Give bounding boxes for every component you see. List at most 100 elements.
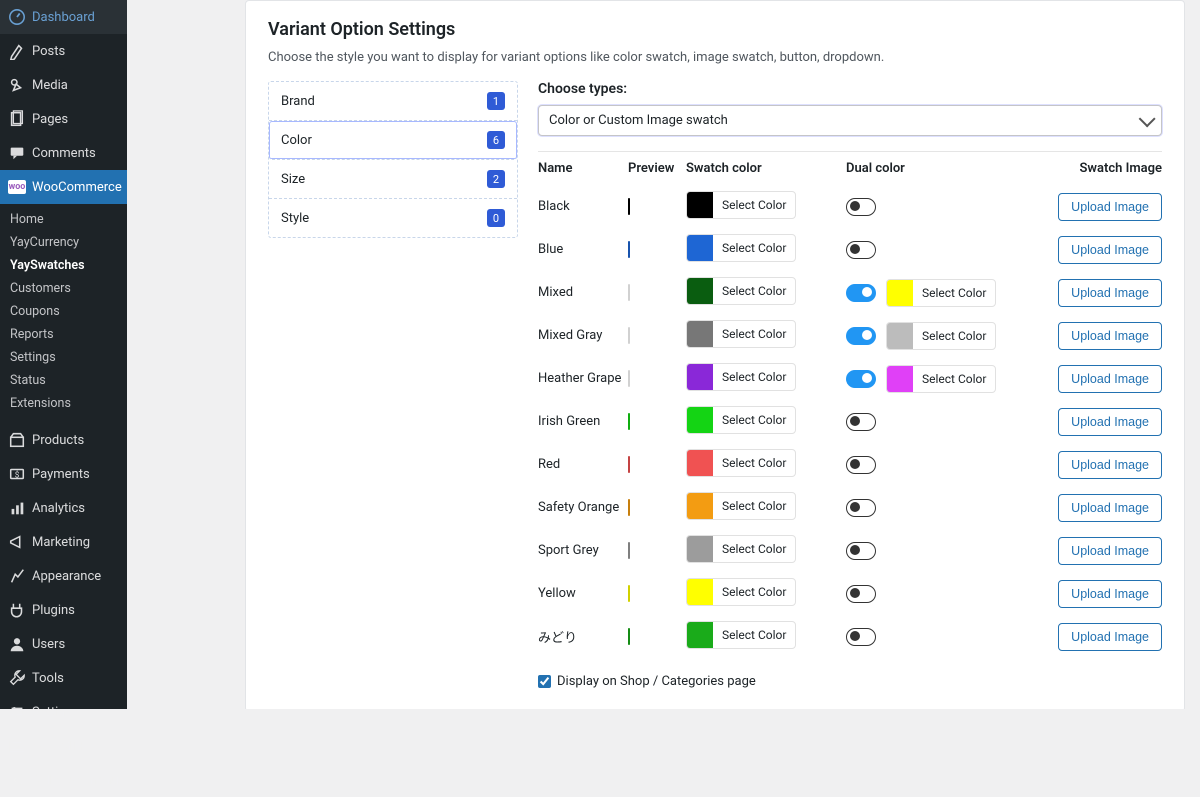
- choose-types-select[interactable]: Color or Custom Image swatch: [538, 105, 1162, 136]
- sidebar-subitem-home[interactable]: Home: [0, 208, 127, 231]
- sidebar-item-label: Media: [32, 78, 68, 93]
- select-swatch-color-button[interactable]: Select Color: [686, 449, 796, 477]
- select-dual-color-button[interactable]: Select Color: [886, 279, 996, 307]
- select-color-label: Select Color: [913, 323, 995, 349]
- select-dual-color-button[interactable]: Select Color: [886, 365, 996, 393]
- sidebar-item-yaysmtp[interactable]: YaySMTP: [0, 729, 127, 763]
- comments-icon: [8, 144, 26, 162]
- attribute-item-size[interactable]: Size2: [269, 160, 517, 199]
- attribute-item-color[interactable]: Color6: [269, 121, 517, 160]
- select-swatch-color-button[interactable]: Select Color: [686, 234, 796, 262]
- dual-color-toggle[interactable]: [846, 327, 876, 345]
- sidebar-item-label: Posts: [32, 44, 65, 59]
- swatch-row: Mixed Select Color Select Color Upload Imag…: [538, 271, 1162, 314]
- sidebar-subitem-yaycurrency[interactable]: YayCurrency: [0, 231, 127, 254]
- swatch-config: Choose types: Color or Custom Image swat…: [538, 81, 1162, 689]
- swatch-row: BlackSelect ColorUpload Image: [538, 185, 1162, 228]
- display-on-shop-label: Display on Shop / Categories page: [557, 674, 756, 689]
- upload-image-button[interactable]: Upload Image: [1058, 193, 1162, 221]
- dual-color-toggle[interactable]: [846, 499, 876, 517]
- sidebar-subitem-yayswatches[interactable]: YaySwatches: [0, 254, 127, 277]
- select-swatch-color-button[interactable]: Select Color: [686, 492, 796, 520]
- dual-color-toggle[interactable]: [846, 413, 876, 431]
- swatch-preview: [628, 456, 630, 473]
- sidebar-item-collapse-menu[interactable]: Collapse menu: [0, 763, 127, 797]
- upload-image-button[interactable]: Upload Image: [1058, 494, 1162, 522]
- marketing-icon: [8, 533, 26, 551]
- sidebar-item-pages[interactable]: Pages: [0, 102, 127, 136]
- sidebar-subitem-settings[interactable]: Settings: [0, 346, 127, 369]
- swatch-row: BlueSelect ColorUpload Image: [538, 228, 1162, 271]
- dual-color-toggle[interactable]: [846, 370, 876, 388]
- attribute-item-style[interactable]: Style0: [269, 199, 517, 237]
- select-swatch-color-button[interactable]: Select Color: [686, 363, 796, 391]
- select-swatch-color-button[interactable]: Select Color: [686, 578, 796, 606]
- swatch-name: Mixed: [538, 285, 628, 300]
- sidebar-subitem-customers[interactable]: Customers: [0, 277, 127, 300]
- display-on-shop-checkbox-input[interactable]: [538, 675, 551, 688]
- select-swatch-color-button[interactable]: Select Color: [686, 320, 796, 348]
- sidebar-item-dashboard[interactable]: Dashboard: [0, 0, 127, 34]
- sidebar-item-appearance[interactable]: Appearance: [0, 559, 127, 593]
- sidebar-item-comments[interactable]: Comments: [0, 136, 127, 170]
- sidebar-item-woocommerce[interactable]: wooWooCommerce: [0, 170, 127, 204]
- swatch-row: Heather GrapeSelect ColorSelect ColorUpl…: [538, 357, 1162, 400]
- dual-color-toggle[interactable]: [846, 198, 876, 216]
- sidebar-item-analytics[interactable]: Analytics: [0, 491, 127, 525]
- products-icon: [8, 431, 26, 449]
- swatch-preview: [628, 413, 630, 430]
- select-swatch-color-button[interactable]: Select Color: [686, 535, 796, 563]
- select-color-label: Select Color: [713, 364, 795, 390]
- upload-image-button[interactable]: Upload Image: [1058, 236, 1162, 264]
- sidebar-item-settings[interactable]: Settings: [0, 695, 127, 729]
- select-color-label: Select Color: [713, 536, 795, 562]
- sidebar-item-tools[interactable]: Tools: [0, 661, 127, 695]
- upload-image-button[interactable]: Upload Image: [1058, 322, 1162, 350]
- sidebar-item-label: Products: [32, 433, 84, 448]
- select-swatch-color-button[interactable]: Select Color: [686, 277, 796, 305]
- sidebar-item-marketing[interactable]: Marketing: [0, 525, 127, 559]
- attribute-item-brand[interactable]: Brand1: [269, 82, 517, 121]
- display-on-shop-checkbox[interactable]: Display on Shop / Categories page: [538, 674, 1162, 689]
- payments-icon: $: [8, 465, 26, 483]
- sidebar-subitem-status[interactable]: Status: [0, 369, 127, 392]
- sidebar-subitem-extensions[interactable]: Extensions: [0, 392, 127, 415]
- sidebar-subitem-reports[interactable]: Reports: [0, 323, 127, 346]
- pages-icon: [8, 110, 26, 128]
- dual-color-toggle[interactable]: [846, 542, 876, 560]
- main-content: Variant Option Settings Choose the style…: [127, 0, 1200, 709]
- dual-color-toggle[interactable]: [846, 585, 876, 603]
- upload-image-button[interactable]: Upload Image: [1058, 451, 1162, 479]
- swatch-name: Safety Orange: [538, 500, 628, 515]
- sidebar-item-payments[interactable]: $Payments: [0, 457, 127, 491]
- upload-image-button[interactable]: Upload Image: [1058, 408, 1162, 436]
- dual-color-toggle[interactable]: [846, 456, 876, 474]
- sidebar-item-users[interactable]: Users: [0, 627, 127, 661]
- upload-image-button[interactable]: Upload Image: [1058, 537, 1162, 565]
- select-swatch-color-button[interactable]: Select Color: [686, 621, 796, 649]
- select-color-label: Select Color: [713, 278, 795, 304]
- swatch-preview: [628, 241, 630, 258]
- media-icon: [8, 76, 26, 94]
- upload-image-button[interactable]: Upload Image: [1058, 580, 1162, 608]
- select-color-label: Select Color: [713, 321, 795, 347]
- sidebar-item-label: Comments: [32, 146, 96, 161]
- sidebar-item-label: Users: [32, 637, 65, 652]
- sidebar-subitem-coupons[interactable]: Coupons: [0, 300, 127, 323]
- select-swatch-color-button[interactable]: Select Color: [686, 406, 796, 434]
- upload-image-button[interactable]: Upload Image: [1058, 365, 1162, 393]
- color-chip-icon: [687, 321, 713, 347]
- sidebar-item-products[interactable]: Products: [0, 423, 127, 457]
- attribute-name: Size: [281, 172, 305, 187]
- sidebar-item-plugins[interactable]: Plugins: [0, 593, 127, 627]
- select-dual-color-button[interactable]: Select Color: [886, 322, 996, 350]
- dual-color-toggle[interactable]: [846, 241, 876, 259]
- dual-color-toggle[interactable]: [846, 628, 876, 646]
- upload-image-button[interactable]: Upload Image: [1058, 279, 1162, 307]
- dual-color-toggle[interactable]: [846, 284, 876, 302]
- sidebar-item-posts[interactable]: Posts: [0, 34, 127, 68]
- select-swatch-color-button[interactable]: Select Color: [686, 191, 796, 219]
- sidebar-item-media[interactable]: Media: [0, 68, 127, 102]
- upload-image-button[interactable]: Upload Image: [1058, 623, 1162, 651]
- color-chip-icon: [687, 579, 713, 605]
